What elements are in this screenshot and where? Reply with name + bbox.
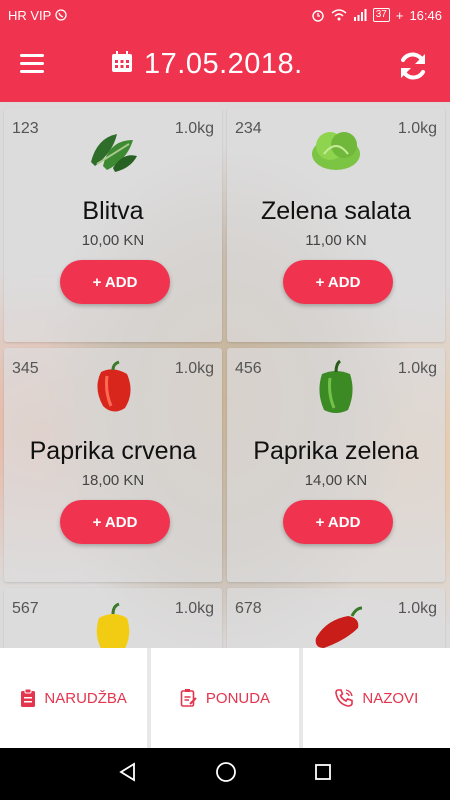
product-name: Paprika crvena: [29, 437, 197, 465]
product-card[interactable]: 345 1.0kg Paprika crvena 18,00 KN + ADD: [4, 348, 222, 582]
date-text: 17.05.2018.: [144, 48, 303, 80]
calendar-icon: [110, 50, 134, 79]
product-code: 678: [235, 600, 262, 617]
product-card[interactable]: 456 1.0kg Paprika zelena 14,00 KN + ADD: [227, 348, 445, 582]
add-to-cart-button[interactable]: + ADD: [283, 500, 393, 544]
home-icon[interactable]: [215, 761, 237, 788]
order-label: NARUDŽBA: [44, 689, 127, 707]
add-to-cart-button[interactable]: + ADD: [60, 500, 170, 544]
product-weight: 1.0kg: [174, 120, 214, 137]
product-code: 567: [12, 600, 39, 617]
product-card[interactable]: 123 1.0kg Blitva 10,00 KN + ADD: [4, 108, 222, 342]
product-grid-area: 123 1.0kg Blitva 10,00 KN + ADD 234 1.0k…: [0, 102, 450, 648]
yellow-pepper-icon: [83, 598, 143, 648]
product-code: 234: [235, 120, 262, 137]
status-bar: HR VIP 37 + 16:46: [0, 0, 450, 30]
green-pepper-icon: [306, 358, 366, 418]
phone-call-icon: [334, 688, 354, 708]
add-to-cart-button[interactable]: + ADD: [60, 260, 170, 304]
charging-icon: +: [395, 7, 404, 23]
product-name: Paprika zelena: [253, 437, 419, 465]
offer-button[interactable]: PONUDA: [151, 648, 299, 748]
product-price: 14,00 KN: [304, 472, 368, 489]
product-card[interactable]: 234 1.0kg Zelena salata 11,00 KN + ADD: [227, 108, 445, 342]
product-code: 345: [12, 360, 39, 377]
call-button[interactable]: NAZOVI: [302, 648, 450, 748]
order-button[interactable]: NARUDŽBA: [0, 648, 148, 748]
product-weight: 1.0kg: [397, 600, 437, 617]
wifi-icon: [331, 9, 347, 21]
app-bar: 17.05.2018.: [0, 30, 450, 102]
back-icon[interactable]: [118, 761, 138, 787]
carrier-label: HR VIP: [8, 7, 52, 23]
document-edit-icon: [180, 688, 198, 708]
chard-icon: [83, 118, 143, 178]
product-price: 11,00 KN: [305, 232, 367, 249]
product-weight: 1.0kg: [397, 120, 437, 137]
product-price: 10,00 KN: [81, 232, 145, 249]
product-card[interactable]: 678 1.0kg: [227, 588, 445, 648]
product-code: 123: [12, 120, 39, 137]
alarm-icon: [311, 8, 325, 22]
viber-icon: [55, 9, 67, 21]
battery-icon: 37: [372, 8, 390, 22]
product-name: Zelena salata: [260, 197, 412, 225]
bottom-action-bar: NARUDŽBA PONUDA NAZOVI: [0, 648, 450, 748]
red-pepper-icon: [83, 358, 143, 418]
product-weight: 1.0kg: [397, 360, 437, 377]
refresh-button[interactable]: [396, 49, 430, 83]
offer-label: PONUDA: [205, 689, 271, 707]
call-label: NAZOVI: [362, 689, 419, 707]
product-weight: 1.0kg: [174, 360, 214, 377]
add-to-cart-button[interactable]: + ADD: [283, 260, 393, 304]
clipboard-icon: [20, 688, 36, 708]
product-weight: 1.0kg: [174, 600, 214, 617]
product-card[interactable]: 567 1.0kg: [4, 588, 222, 648]
system-navigation-bar: [0, 748, 450, 800]
product-code: 456: [235, 360, 262, 377]
refresh-icon: [396, 52, 430, 87]
clock-label: 16:46: [409, 7, 442, 23]
product-name: Blitva: [82, 197, 144, 225]
recents-icon[interactable]: [314, 763, 332, 786]
signal-icon: [353, 9, 367, 21]
date-display: 17.05.2018.: [110, 48, 303, 81]
hamburger-icon: [20, 54, 50, 73]
lettuce-icon: [306, 118, 366, 178]
product-price: 18,00 KN: [81, 472, 145, 489]
menu-button[interactable]: [20, 54, 50, 78]
red-chili-pepper-icon: [306, 598, 366, 648]
